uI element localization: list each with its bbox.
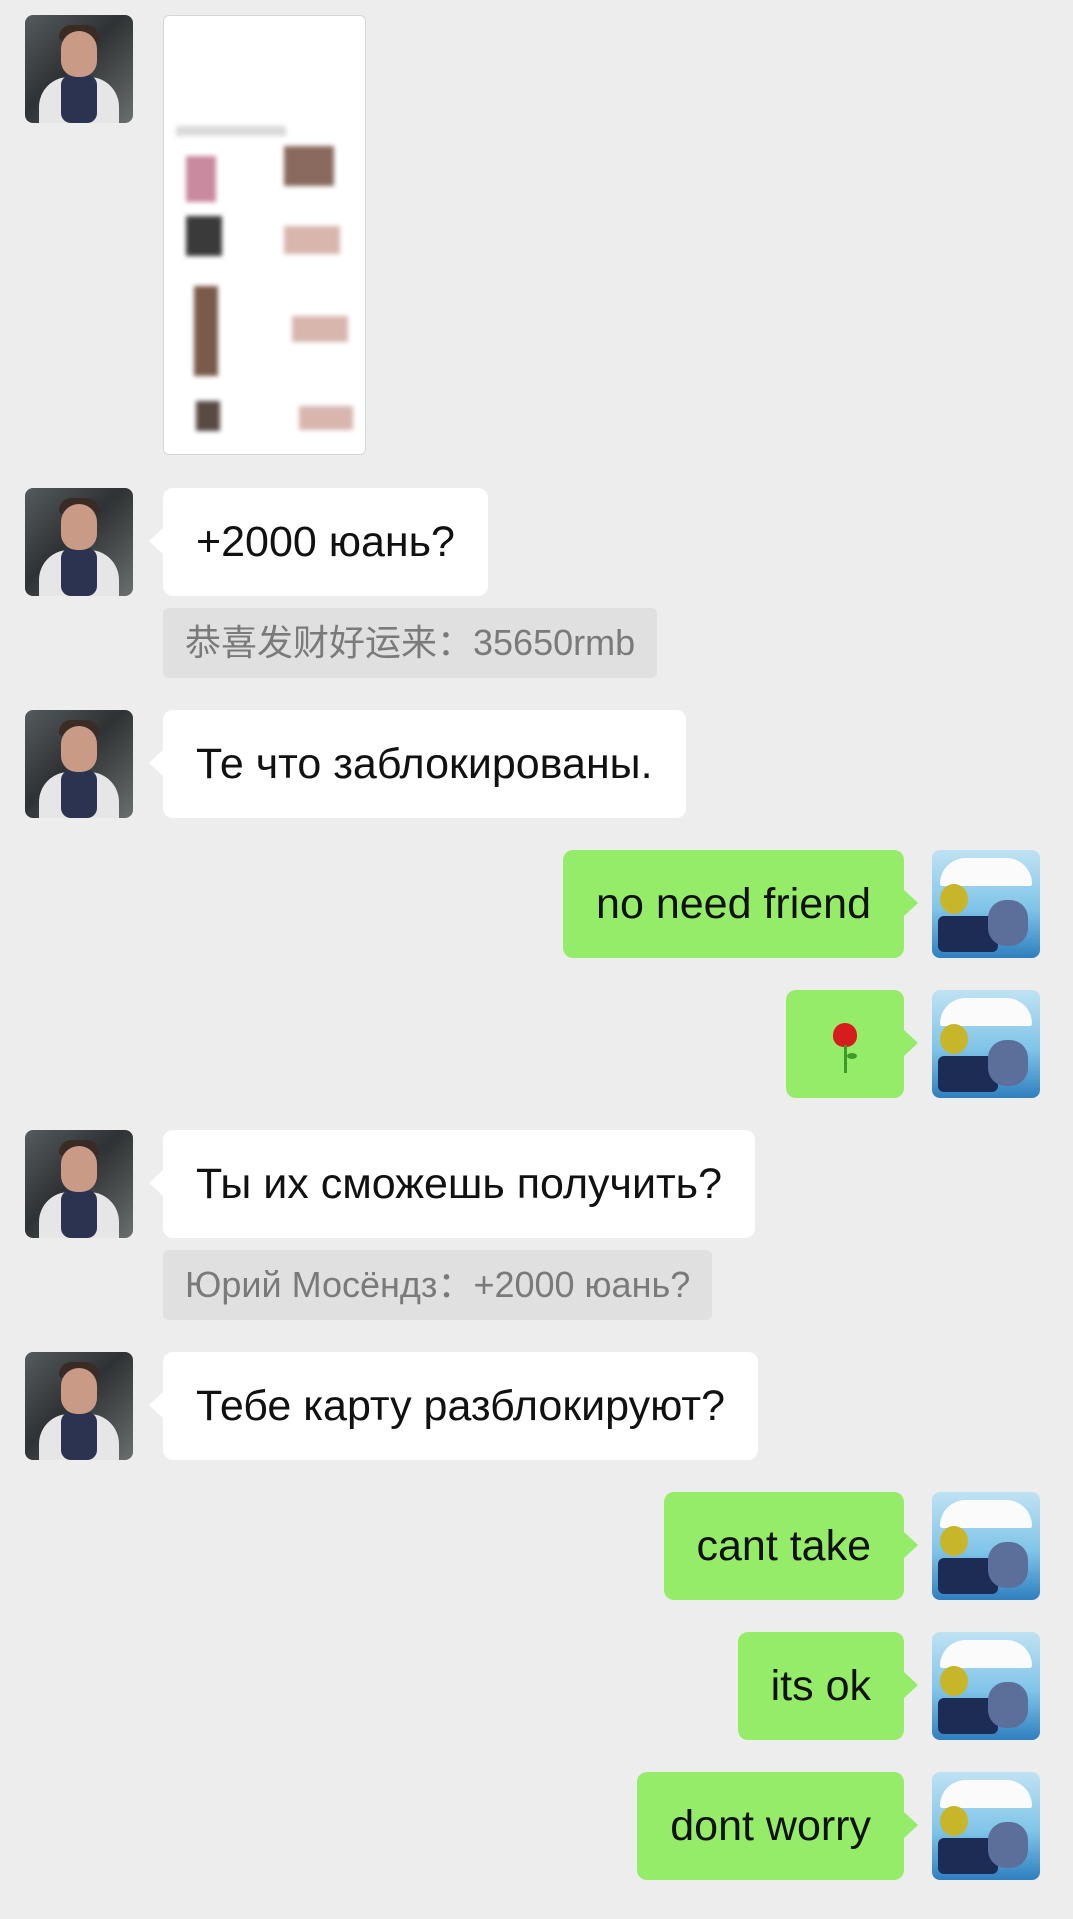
message-row: Ты их сможешь получить? Юрий Мосёндз：+20…	[0, 1130, 1073, 1320]
message-row: Те что заблокированы.	[0, 710, 1073, 818]
message-row: dont worry	[0, 1772, 1073, 1880]
message-row	[0, 990, 1073, 1098]
quoted-message[interactable]: Юрий Мосёндз：+2000 юань?	[163, 1250, 713, 1320]
friend-avatar[interactable]	[25, 1130, 133, 1238]
my-avatar[interactable]	[932, 990, 1040, 1098]
message-row: cant take	[0, 1492, 1073, 1600]
message-row: no need friend	[0, 850, 1073, 958]
message-bubble[interactable]: Тебе карту разблокируют?	[149, 1352, 758, 1460]
message-row	[0, 0, 1073, 470]
message-row: its ok	[0, 1632, 1073, 1740]
message-bubble[interactable]: cant take	[663, 1492, 918, 1600]
friend-avatar[interactable]	[25, 710, 133, 818]
quoted-message[interactable]: 恭喜发财好运来：35650rmb	[163, 608, 658, 678]
image-message[interactable]	[163, 15, 366, 455]
message-bubble[interactable]	[786, 990, 918, 1098]
message-bubble[interactable]: dont worry	[637, 1772, 918, 1880]
friend-avatar[interactable]	[25, 15, 133, 123]
my-avatar[interactable]	[932, 1632, 1040, 1740]
rose-icon	[830, 1017, 860, 1077]
message-bubble[interactable]: its ok	[737, 1632, 919, 1740]
friend-avatar[interactable]	[25, 1352, 133, 1460]
message-row: Тебе карту разблокируют?	[0, 1352, 1073, 1460]
message-bubble[interactable]: Те что заблокированы.	[149, 710, 686, 818]
my-avatar[interactable]	[932, 1492, 1040, 1600]
message-bubble[interactable]: Ты их сможешь получить?	[149, 1130, 755, 1238]
my-avatar[interactable]	[932, 850, 1040, 958]
message-row: +2000 юань? 恭喜发财好运来：35650rmb	[0, 488, 1073, 678]
friend-avatar[interactable]	[25, 488, 133, 596]
message-bubble[interactable]: +2000 юань?	[149, 488, 488, 596]
my-avatar[interactable]	[932, 1772, 1040, 1880]
message-bubble[interactable]: no need friend	[563, 850, 918, 958]
